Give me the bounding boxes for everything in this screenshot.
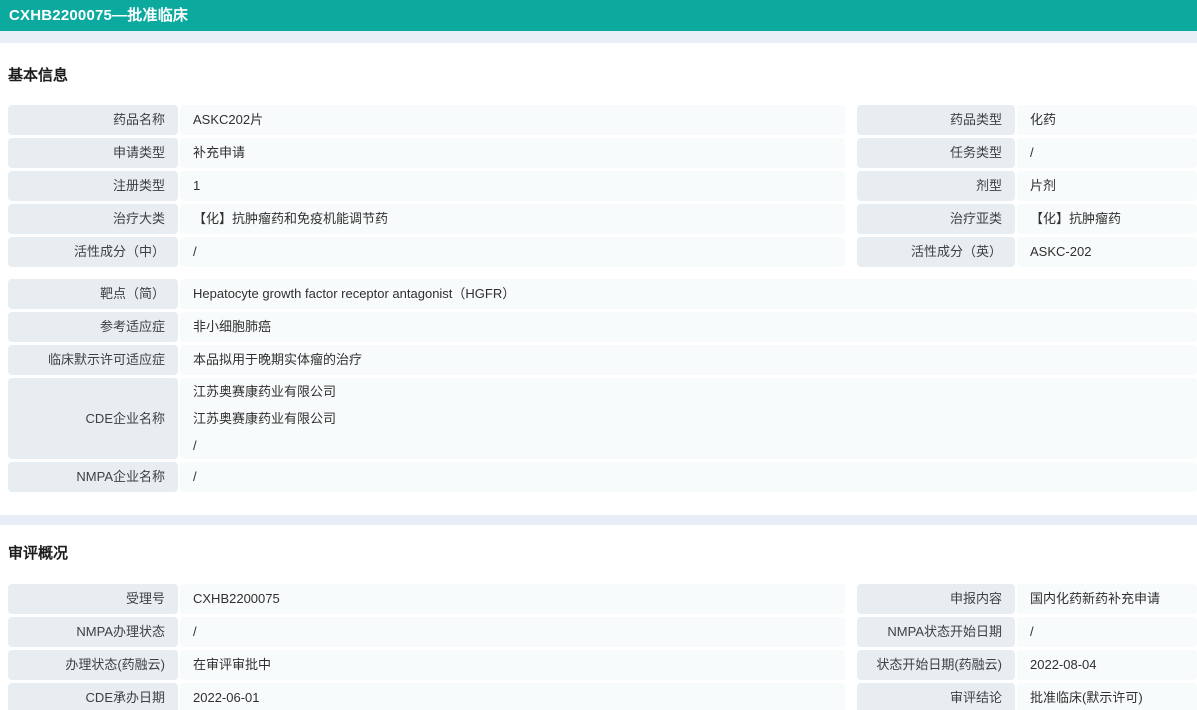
- table-row: CDE承办日期 2022-06-01: [8, 683, 845, 710]
- field-value: 【化】抗肿瘤药和免疫机能调节药: [180, 204, 845, 234]
- field-value: ASKC202片: [180, 105, 845, 135]
- table-row: CDE企业名称 江苏奥赛康药业有限公司 江苏奥赛康药业有限公司 /: [8, 378, 1197, 459]
- field-value: 2022-06-01: [180, 683, 845, 710]
- table-row: 活性成分（英） ASKC-202: [857, 237, 1197, 267]
- field-value: 【化】抗肿瘤药: [1017, 204, 1197, 234]
- field-value: ASKC-202: [1017, 237, 1197, 267]
- table-row: NMPA状态开始日期 /: [857, 617, 1197, 647]
- field-label: 注册类型: [8, 171, 178, 201]
- table-row: 靶点（简） Hepatocyte growth factor receptor a…: [8, 279, 1197, 309]
- table-row: 审评结论 批准临床(默示许可): [857, 683, 1197, 710]
- field-value: 批准临床(默示许可): [1017, 683, 1197, 710]
- field-value: /: [1017, 617, 1197, 647]
- table-row: 药品类型 化药: [857, 105, 1197, 135]
- field-value-line: 江苏奥赛康药业有限公司: [193, 384, 337, 399]
- basic-info-left-table: 药品名称 ASKC202片 申请类型 补充申请 注册类型 1 治疗大类 【化】抗肿瘤药和免疫机…: [8, 105, 845, 270]
- field-label: 参考适应症: [8, 312, 178, 342]
- field-label: CDE承办日期: [8, 683, 178, 710]
- field-label: 药品类型: [857, 105, 1015, 135]
- table-row: 申请类型 补充申请: [8, 138, 845, 168]
- field-value: 化药: [1017, 105, 1197, 135]
- field-label: 状态开始日期(药融云): [857, 650, 1015, 680]
- field-label: CDE企业名称: [8, 378, 178, 459]
- field-label: 申报内容: [857, 584, 1015, 614]
- field-value: 非小细胞肺癌: [180, 312, 1197, 342]
- header-divider-band: [0, 31, 1197, 43]
- field-label: 受理号: [8, 584, 178, 614]
- table-row: 任务类型 /: [857, 138, 1197, 168]
- basic-info-grid: 药品名称 ASKC202片 申请类型 补充申请 注册类型 1 治疗大类 【化】抗肿瘤药和免疫机…: [8, 105, 1197, 270]
- basic-info-right-table: 药品类型 化药 任务类型 / 剂型 片剂 治疗亚类 【化】抗肿瘤药 活性成分（英） ASKC-20…: [857, 105, 1197, 270]
- field-label: 办理状态(药融云): [8, 650, 178, 680]
- table-row: 剂型 片剂: [857, 171, 1197, 201]
- field-value: 国内化药新药补充申请: [1017, 584, 1197, 614]
- table-row: 治疗亚类 【化】抗肿瘤药: [857, 204, 1197, 234]
- field-value: /: [1017, 138, 1197, 168]
- field-value: CXHB2200075: [180, 584, 845, 614]
- page-title: CXHB2200075—批准临床: [9, 7, 189, 24]
- field-value: /: [180, 462, 1197, 492]
- page-title-bar: CXHB2200075—批准临床: [0, 0, 1197, 31]
- table-row: 参考适应症 非小细胞肺癌: [8, 312, 1197, 342]
- field-label: 申请类型: [8, 138, 178, 168]
- field-label: 治疗亚类: [857, 204, 1015, 234]
- review-right-table: 申报内容 国内化药新药补充申请 NMPA状态开始日期 / 状态开始日期(药融云) 2022…: [857, 584, 1197, 710]
- field-label: 活性成分（中）: [8, 237, 178, 267]
- section-heading-review-overview: 审评概况: [8, 545, 69, 562]
- field-value: 本品拟用于晚期实体瘤的治疗: [180, 345, 1197, 375]
- table-row: 临床默示许可适应症 本品拟用于晚期实体瘤的治疗: [8, 345, 1197, 375]
- table-row: 办理状态(药融云) 在审评审批中: [8, 650, 845, 680]
- field-label: 审评结论: [857, 683, 1015, 710]
- table-row: 注册类型 1: [8, 171, 845, 201]
- table-row: 药品名称 ASKC202片: [8, 105, 845, 135]
- table-row: NMPA企业名称 /: [8, 462, 1197, 492]
- field-value: 补充申请: [180, 138, 845, 168]
- field-value: 2022-08-04: [1017, 650, 1197, 680]
- field-value: 1: [180, 171, 845, 201]
- table-row: 状态开始日期(药融云) 2022-08-04: [857, 650, 1197, 680]
- section-divider-band: [0, 515, 1197, 525]
- table-row: NMPA办理状态 /: [8, 617, 845, 647]
- review-overview-grid: 受理号 CXHB2200075 NMPA办理状态 / 办理状态(药融云) 在审评审批中 CD…: [8, 584, 1197, 710]
- field-label: 药品名称: [8, 105, 178, 135]
- field-label: 临床默示许可适应症: [8, 345, 178, 375]
- field-value: 江苏奥赛康药业有限公司 江苏奥赛康药业有限公司 /: [180, 378, 1197, 459]
- basic-info-fullwidth-table: 靶点（简） Hepatocyte growth factor receptor a…: [8, 279, 1197, 492]
- table-row: 活性成分（中） /: [8, 237, 845, 267]
- field-label: NMPA办理状态: [8, 617, 178, 647]
- field-value-line: 江苏奥赛康药业有限公司: [193, 411, 337, 426]
- field-label: 任务类型: [857, 138, 1015, 168]
- table-row: 治疗大类 【化】抗肿瘤药和免疫机能调节药: [8, 204, 845, 234]
- table-row: 申报内容 国内化药新药补充申请: [857, 584, 1197, 614]
- section-heading-basic-info: 基本信息: [8, 67, 69, 84]
- field-label: 活性成分（英）: [857, 237, 1015, 267]
- field-value: Hepatocyte growth factor receptor antago…: [180, 279, 1197, 309]
- field-label: NMPA企业名称: [8, 462, 178, 492]
- field-label: 靶点（简）: [8, 279, 178, 309]
- field-label: 剂型: [857, 171, 1015, 201]
- field-label: NMPA状态开始日期: [857, 617, 1015, 647]
- field-value: 片剂: [1017, 171, 1197, 201]
- field-value-line: /: [193, 438, 197, 453]
- field-value: /: [180, 617, 845, 647]
- table-row: 受理号 CXHB2200075: [8, 584, 845, 614]
- review-left-table: 受理号 CXHB2200075 NMPA办理状态 / 办理状态(药融云) 在审评审批中 CD…: [8, 584, 845, 710]
- field-value: 在审评审批中: [180, 650, 845, 680]
- field-label: 治疗大类: [8, 204, 178, 234]
- field-value: /: [180, 237, 845, 267]
